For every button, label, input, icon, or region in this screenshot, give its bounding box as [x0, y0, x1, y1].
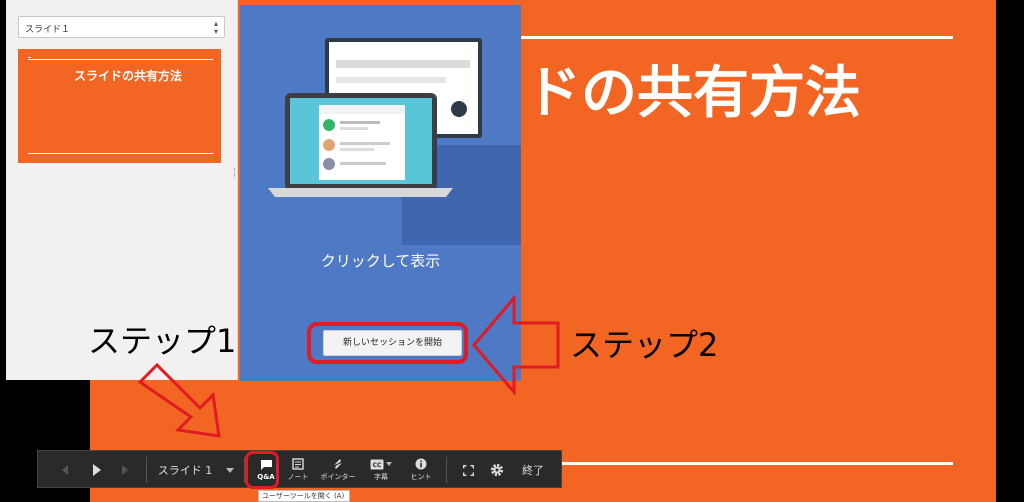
toolbar-separator [146, 457, 147, 483]
dropdown-caret-icon [226, 467, 235, 473]
slide-selector[interactable]: スライド１ ▴ ▾ [18, 16, 225, 38]
notes-icon [292, 458, 304, 470]
slide-selector-value: スライド１ [25, 25, 71, 35]
step2-highlight-box [307, 322, 468, 364]
fullscreen-button[interactable] [458, 451, 478, 489]
slide-top-rule [521, 36, 953, 39]
pointer-button[interactable]: ポインター [318, 451, 358, 489]
slide-bottom-rule [521, 462, 953, 465]
toolbar-separator [446, 457, 447, 483]
svg-text:CC: CC [373, 462, 382, 469]
end-show-button[interactable]: 終了 [516, 451, 550, 489]
pointer-label: ポインター [320, 473, 356, 481]
next-arrow-icon [122, 465, 128, 475]
captions-button[interactable]: CC 字幕 [364, 451, 398, 489]
qa-tooltip: ユーザーツールを開く (A) [258, 490, 350, 502]
notes-button[interactable]: ノート [284, 451, 312, 489]
presenter-toolbar: スライド 1 Q&A ノート ポインター CC 字幕 ヒント 終了 [37, 450, 562, 488]
fullscreen-icon [462, 464, 474, 476]
panel-resize-handle[interactable] [234, 168, 236, 178]
presentation-stage: ドの共有方法 スライド１ ▴ ▾ スライドの共有方法 クリックして表示 新しいセ… [0, 0, 1024, 502]
closed-captions-icon: CC [370, 459, 384, 469]
captions-label: 字幕 [374, 472, 388, 481]
slide-jump-dropdown[interactable]: スライド 1 [154, 451, 238, 489]
play-button[interactable] [88, 451, 106, 489]
step2-label: ステップ2 [570, 326, 719, 364]
thumbnail-mark [28, 57, 31, 58]
slide-jump-label: スライド 1 [157, 464, 213, 477]
slide-thumbnail[interactable]: スライドの共有方法 [18, 49, 221, 163]
previous-slide-button[interactable] [58, 451, 72, 489]
thumbnail-bottom-rule [28, 153, 213, 154]
notes-label: ノート [287, 473, 309, 481]
hint-button[interactable]: ヒント [406, 451, 436, 489]
select-arrows-icon: ▴ ▾ [213, 19, 218, 36]
step1-label: ステップ1 [88, 322, 237, 360]
next-slide-button[interactable] [118, 451, 132, 489]
play-icon [93, 464, 101, 476]
laser-pointer-icon [334, 459, 342, 469]
thumbnail-title: スライドの共有方法 [74, 69, 183, 83]
step1-highlight-box [245, 451, 279, 489]
end-label: 終了 [522, 464, 544, 477]
click-to-show-label: クリックして表示 [320, 252, 441, 270]
info-icon [415, 458, 427, 470]
previous-arrow-icon [62, 465, 68, 475]
devices-illustration-icon [268, 38, 482, 197]
settings-button[interactable] [486, 451, 508, 489]
thumbnail-top-rule [28, 59, 213, 60]
captions-dropdown-icon [386, 462, 392, 466]
step1-arrow-icon [137, 362, 221, 438]
captions-icon-group: CC [370, 459, 392, 470]
slide-title: ドの共有方法 [525, 61, 861, 126]
step2-arrow-icon [472, 295, 560, 395]
hint-label: ヒント [410, 473, 432, 481]
gear-icon [490, 463, 504, 477]
